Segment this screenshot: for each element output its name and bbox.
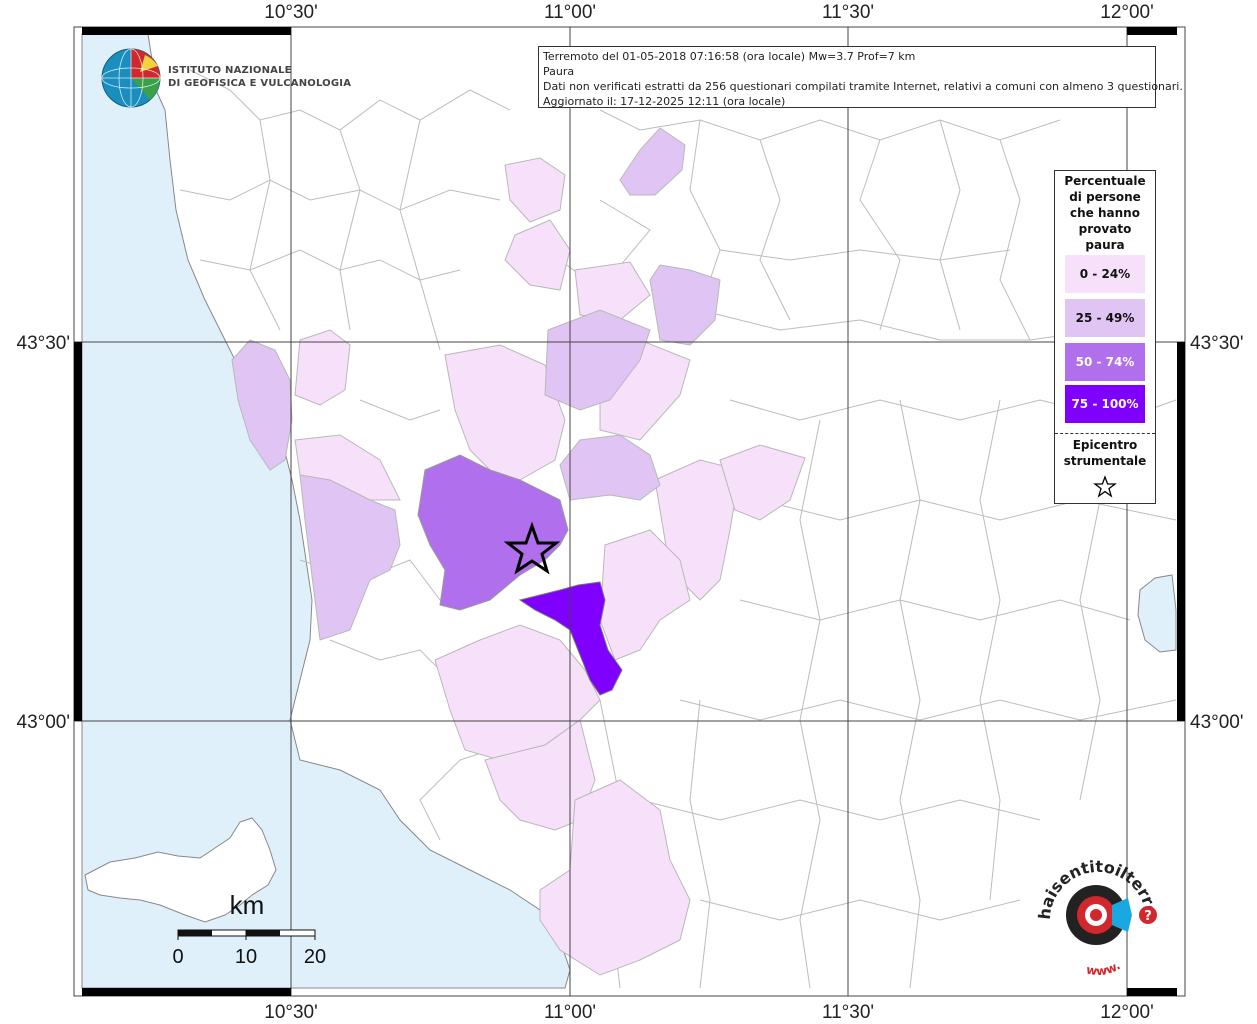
scale-tick-20: 20	[304, 946, 326, 968]
lat-left-2: 43°00'	[17, 712, 71, 733]
legend-title-line: paura	[1085, 238, 1125, 252]
legend: Percentuale di persone che hanno provato…	[1054, 170, 1156, 504]
lat-right-2: 43°00'	[1190, 712, 1244, 733]
lon-bottom-3: 11°30'	[822, 1002, 874, 1023]
legend-star-icon	[1093, 475, 1117, 498]
institute-name: ISTITUTO NAZIONALE DI GEOFISICA E VULCAN…	[168, 64, 351, 90]
legend-class-25-49: 25 - 49%	[1065, 299, 1145, 337]
event-line: Terremoto del 01-05-2018 07:16:58 (ora l…	[543, 50, 916, 63]
legend-title-line: di persone	[1069, 190, 1141, 204]
legend-title-line: che hanno	[1070, 206, 1140, 220]
legend-class-50-74: 50 - 74%	[1065, 343, 1145, 381]
ingv-logo-icon	[101, 48, 161, 108]
lon-top-1: 10°30'	[264, 2, 318, 23]
legend-epicenter-line: strumentale	[1063, 454, 1147, 468]
lon-bottom-2: 11°00'	[544, 1002, 596, 1023]
lat-left-1: 43°30'	[17, 333, 71, 354]
legend-title: Percentuale di persone che hanno provato…	[1055, 171, 1155, 253]
lon-top-4: 12°00'	[1100, 2, 1154, 23]
lon-top-3: 11°30'	[822, 2, 874, 23]
legend-epicenter-label: Epicentro strumentale	[1055, 437, 1155, 469]
updated-line: Aggiornato il: 17-12-2025 12:11 (ora loc…	[543, 95, 786, 108]
intensity-map: 10°30' 11°00' 11°30' 12°00' 10°30' 11°00…	[0, 0, 1244, 1023]
data-note-line: Dati non verificati estratti da 256 ques…	[543, 80, 1183, 93]
legend-title-line: provato	[1078, 222, 1132, 236]
lon-bottom-1: 10°30'	[264, 1002, 318, 1023]
scale-tick-10: 10	[235, 946, 257, 968]
event-info-box: Terremoto del 01-05-2018 07:16:58 (ora l…	[538, 46, 1183, 108]
hst-question: ?	[1144, 909, 1152, 924]
map-type-line: Paura	[543, 65, 575, 78]
lon-top-2: 11°00'	[544, 2, 596, 23]
institute-line-2: DI GEOFISICA E VULCANOLOGIA	[168, 78, 352, 89]
lon-bottom-4: 12°00'	[1100, 1002, 1154, 1023]
scale-unit: km	[230, 890, 265, 920]
legend-separator	[1055, 433, 1155, 434]
scale-tick-0: 0	[172, 946, 183, 968]
legend-class-0-24: 0 - 24%	[1065, 255, 1145, 293]
legend-title-line: Percentuale	[1064, 174, 1146, 188]
legend-epicenter-line: Epicentro	[1072, 438, 1138, 452]
lat-right-1: 43°30'	[1190, 333, 1244, 354]
institute-line-1: ISTITUTO NAZIONALE	[168, 65, 292, 76]
legend-class-75-100: 75 - 100%	[1065, 385, 1145, 423]
